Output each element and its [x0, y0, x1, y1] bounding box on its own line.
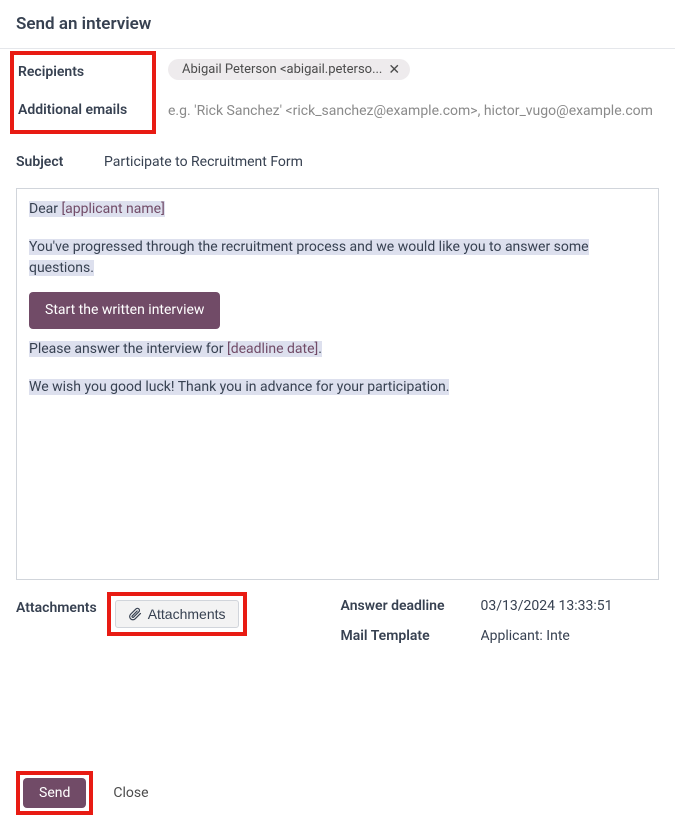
subject-label: Subject: [16, 154, 104, 170]
applicant-name-token: [applicant name]: [61, 201, 164, 217]
recipients-values: Abigail Peterson <abigail.peterso... ✕ e…: [156, 57, 659, 122]
attachments-button-label: Attachments: [148, 606, 226, 622]
dialog-header: Send an interview: [0, 0, 675, 49]
recipients-labels-highlight: Recipients Additional emails: [10, 51, 156, 134]
mail-template-input[interactable]: [481, 628, 659, 644]
send-highlight: Send: [16, 771, 93, 815]
dialog-content: Recipients Additional emails Abigail Pet…: [0, 49, 675, 644]
bottom-fields: Attachments Attachments Answer deadline …: [16, 592, 659, 644]
recipient-chip-text: Abigail Peterson <abigail.peterso...: [182, 62, 382, 77]
paperclip-icon: [128, 607, 142, 621]
deadline-date-token: [deadline date]: [227, 341, 318, 357]
body-para2: Please answer the interview for [deadlin…: [29, 339, 646, 360]
recipients-block: Recipients Additional emails Abigail Pet…: [16, 57, 659, 136]
recipients-label: Recipients: [18, 63, 144, 83]
answer-deadline-value[interactable]: 03/13/2024 13:33:51: [481, 598, 659, 614]
mail-template-label: Mail Template: [341, 628, 481, 644]
additional-emails-label: Additional emails: [18, 101, 144, 121]
additional-emails-input[interactable]: e.g. 'Rick Sanchez' <rick_sanchez@exampl…: [168, 100, 659, 122]
body-para1: You've progressed through the recruitmen…: [29, 237, 646, 279]
dialog-title: Send an interview: [16, 14, 659, 34]
dialog-footer: Send Close: [16, 771, 159, 815]
attachments-row: Attachments Attachments: [16, 592, 247, 644]
answer-deadline-label: Answer deadline: [341, 598, 481, 614]
recipient-chip[interactable]: Abigail Peterson <abigail.peterso... ✕: [168, 59, 410, 80]
send-button[interactable]: Send: [23, 778, 86, 808]
attachments-highlight: Attachments: [107, 592, 247, 636]
body-greeting: Dear [applicant name]: [29, 199, 646, 220]
close-button[interactable]: Close: [103, 778, 158, 808]
body-para3: We wish you good luck! Thank you in adva…: [29, 377, 646, 398]
attachments-button[interactable]: Attachments: [115, 600, 239, 628]
remove-recipient-icon[interactable]: ✕: [388, 63, 400, 77]
start-interview-button[interactable]: Start the written interview: [29, 292, 220, 329]
email-body-editor[interactable]: Dear [applicant name] You've progressed …: [16, 188, 659, 580]
subject-input[interactable]: [104, 152, 659, 172]
deadline-template-grid: Answer deadline 03/13/2024 13:33:51 Mail…: [263, 592, 659, 644]
attachments-label: Attachments: [16, 592, 97, 616]
subject-row: Subject: [16, 136, 659, 184]
